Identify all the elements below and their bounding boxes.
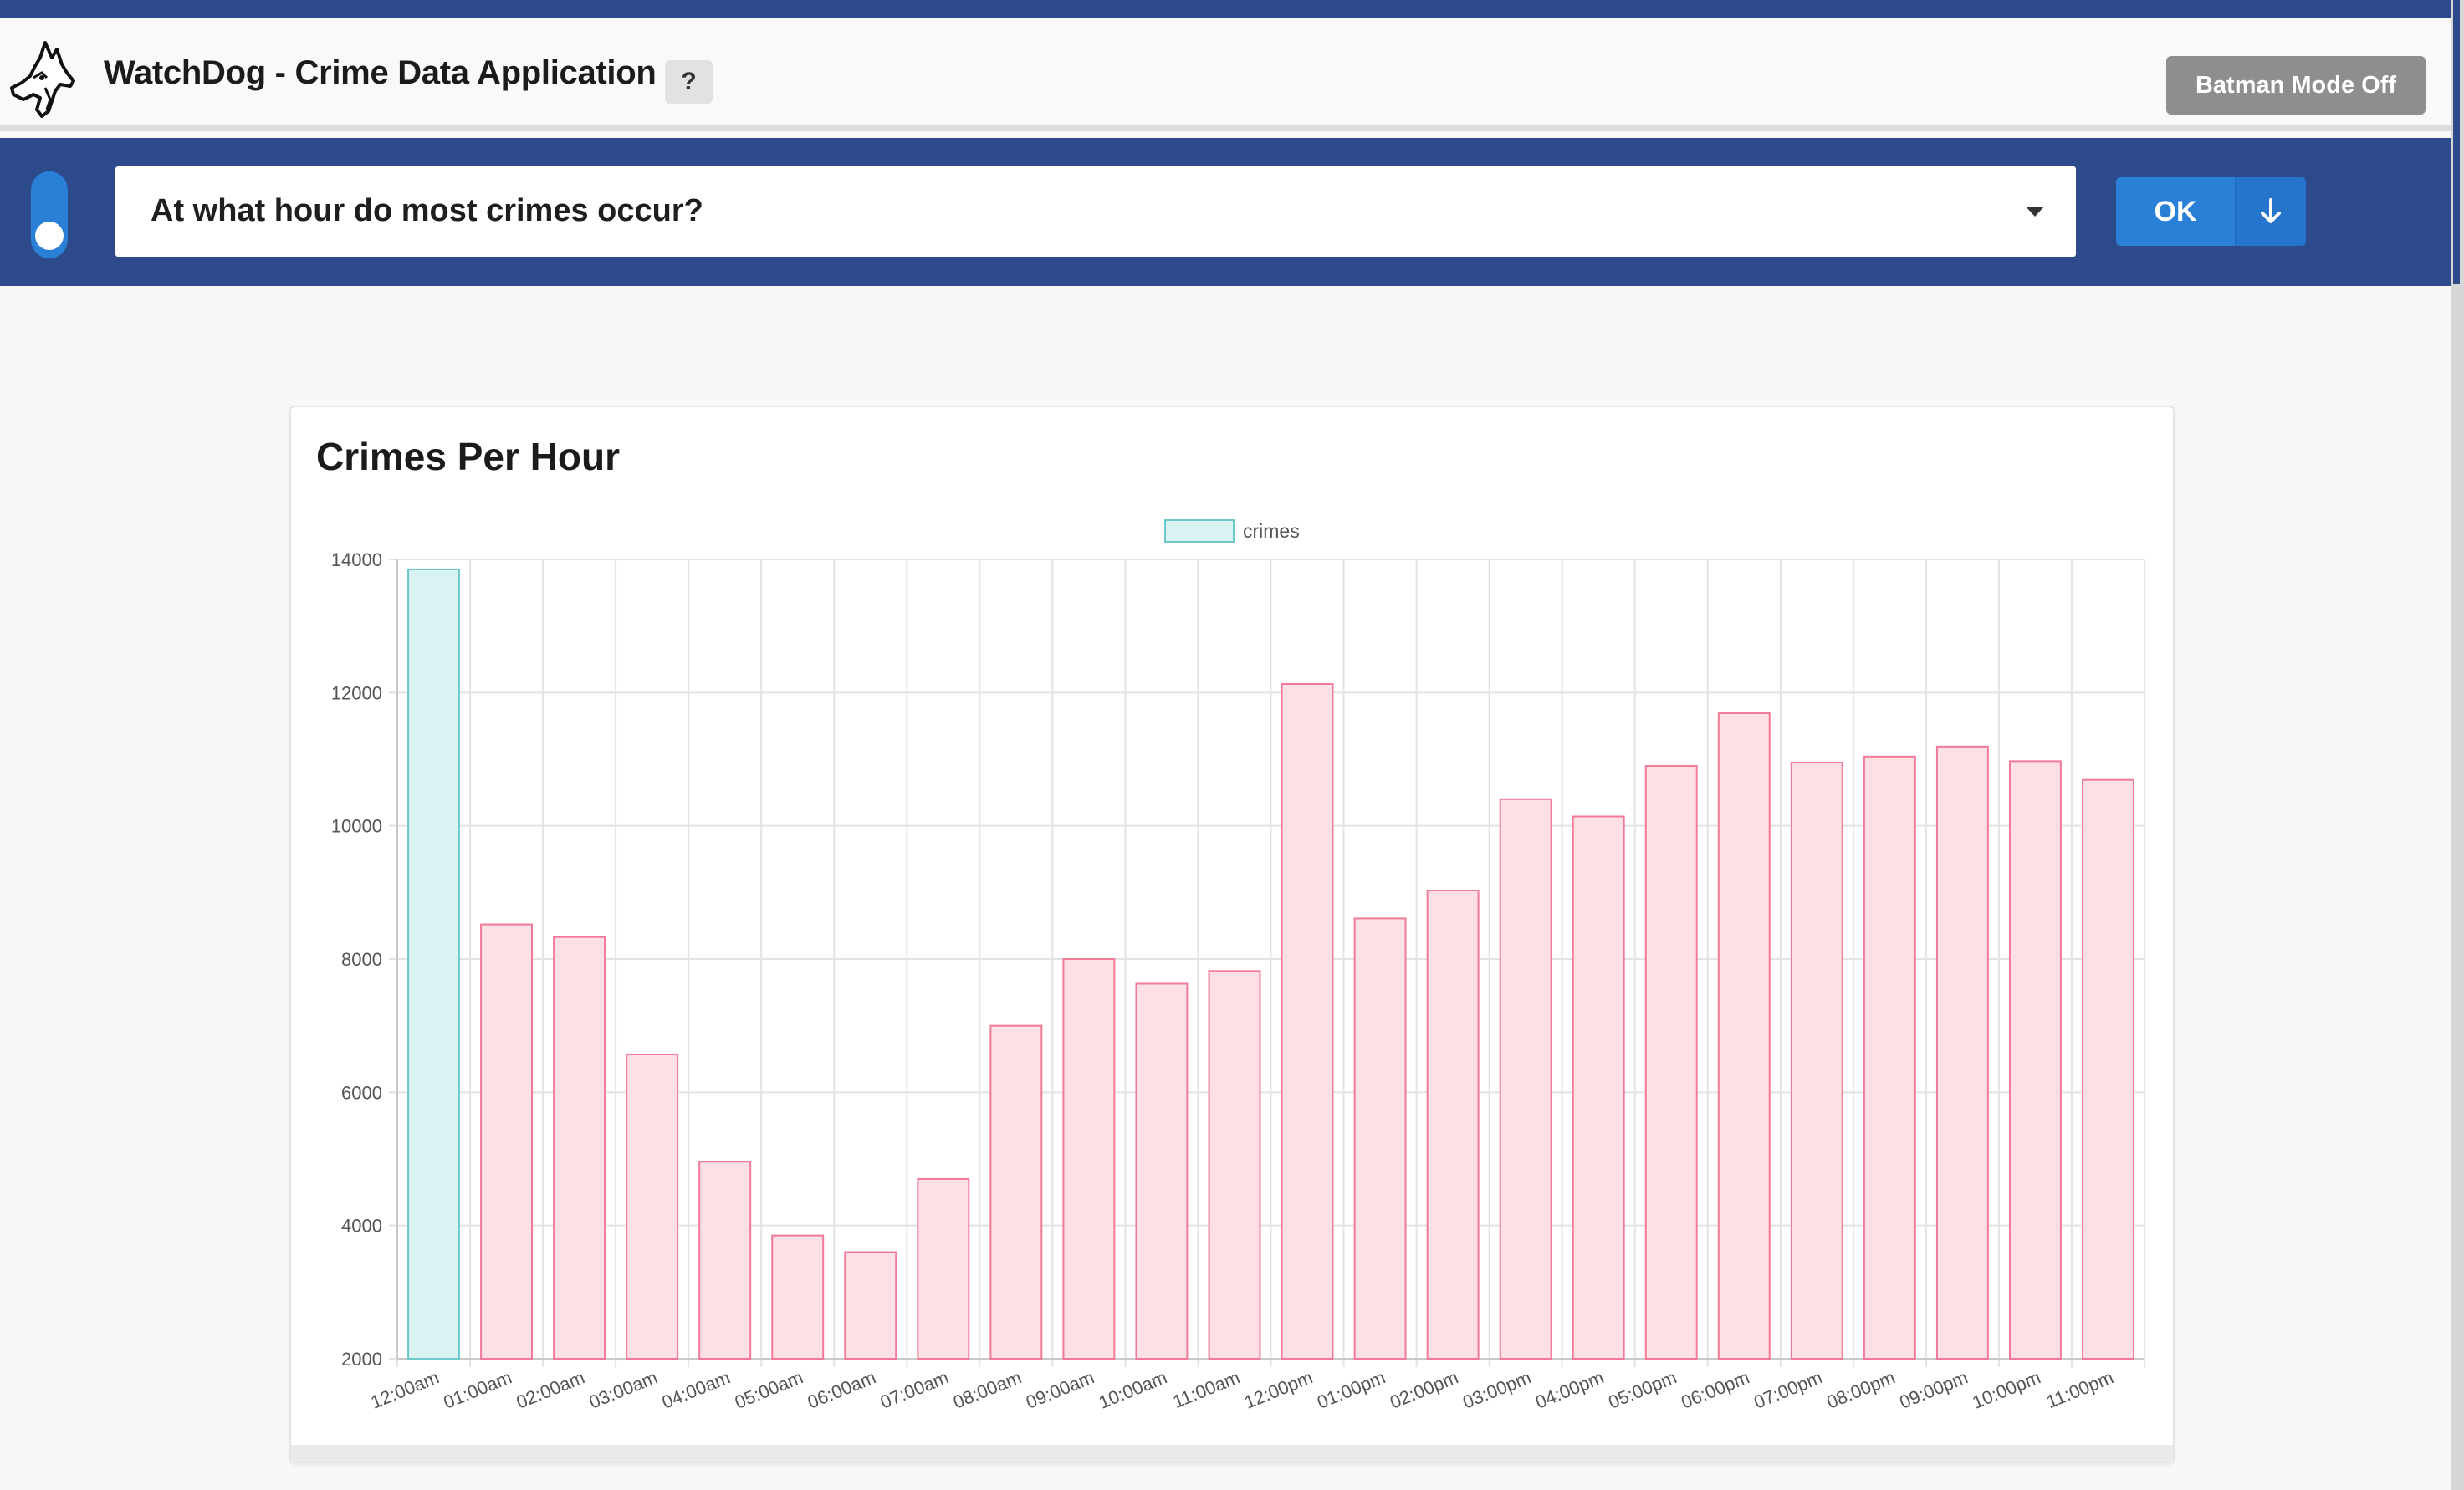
bar-10:00pm	[2008, 760, 2062, 1360]
toggle-knob	[35, 222, 64, 250]
bar-03:00am	[626, 1053, 679, 1360]
app-header: WatchDog - Crime Data Application ? Batm…	[0, 18, 2464, 131]
scrollbar-thumb[interactable]	[2453, 0, 2460, 284]
x-tick-label: 01:00am	[441, 1366, 515, 1412]
x-tick-label: 04:00pm	[1532, 1366, 1607, 1412]
bar-09:00am	[1062, 958, 1116, 1360]
dog-head-icon	[10, 41, 75, 118]
bar-11:00pm	[2082, 778, 2134, 1360]
bar-05:00am	[771, 1234, 825, 1360]
bar-12:00pm	[1281, 682, 1334, 1360]
x-tick-label: 04:00am	[659, 1366, 734, 1412]
bar-05:00pm	[1644, 764, 1698, 1360]
bar-01:00pm	[1353, 917, 1407, 1360]
x-tick-label: 08:00am	[950, 1366, 1025, 1412]
chevron-down-icon	[2026, 207, 2044, 217]
x-tick-label: 05:00pm	[1605, 1366, 1679, 1412]
help-button[interactable]: ?	[665, 60, 713, 104]
bar-01:00am	[480, 923, 534, 1360]
question-select-value: At what hour do most crimes occur?	[151, 193, 703, 228]
question-select[interactable]: At what hour do most crimes occur?	[115, 166, 2076, 257]
y-tick-label: 10000	[331, 816, 382, 837]
x-tick-label: 09:00am	[1023, 1366, 1097, 1412]
x-tick-label: 05:00am	[732, 1366, 806, 1412]
bar-08:00pm	[1863, 755, 1916, 1360]
y-tick-label: 2000	[341, 1349, 382, 1370]
x-tick-label: 06:00pm	[1678, 1366, 1752, 1412]
bar-04:00am	[698, 1161, 752, 1360]
bar-06:00am	[844, 1251, 897, 1360]
bar-07:00pm	[1790, 761, 1843, 1360]
bar-10:00am	[1135, 982, 1189, 1360]
query-bar: At what hour do most crimes occur? OK	[0, 138, 2451, 286]
x-tick-label: 10:00pm	[1970, 1366, 2044, 1412]
batman-mode-button[interactable]: Batman Mode Off	[2166, 56, 2426, 115]
bar-04:00pm	[1572, 815, 1625, 1360]
chart-card: Crimes Per Hour 2000 4000 6000 8000 10000 120…	[289, 406, 2175, 1463]
crimes-bar-chart: 200040006000800010000120001400012:00am01…	[331, 519, 2145, 1413]
bar-02:00am	[553, 936, 606, 1360]
bar-07:00am	[917, 1177, 970, 1360]
x-tick-label: 09:00pm	[1897, 1366, 1971, 1412]
x-tick-label: 08:00pm	[1823, 1366, 1898, 1412]
x-tick-label: 11:00pm	[2043, 1366, 2116, 1412]
bar-08:00am	[989, 1024, 1043, 1360]
x-tick-label: 07:00pm	[1751, 1366, 1825, 1412]
bar-02:00pm	[1426, 889, 1480, 1360]
y-tick-label: 8000	[341, 949, 382, 970]
x-tick-label: 02:00pm	[1387, 1366, 1461, 1412]
bar-09:00pm	[1935, 745, 1989, 1360]
x-tick-label: 06:00am	[805, 1366, 879, 1412]
x-tick-label: 12:00am	[368, 1366, 442, 1412]
x-tick-label: 10:00am	[1096, 1366, 1170, 1412]
x-tick-label: 02:00am	[514, 1366, 588, 1412]
x-tick-label: 11:00am	[1170, 1366, 1243, 1412]
y-tick-label: 14000	[331, 549, 382, 570]
download-button[interactable]	[2235, 177, 2306, 246]
bar-12:00am	[407, 568, 460, 1360]
y-tick-label: 12000	[331, 682, 382, 703]
x-tick-label: 03:00am	[586, 1366, 661, 1412]
card-footer	[291, 1445, 2173, 1462]
x-tick-label: 03:00pm	[1459, 1366, 1534, 1412]
ok-button[interactable]: OK	[2116, 177, 2235, 246]
bar-11:00am	[1208, 970, 1261, 1360]
toggle-switch-icon[interactable]	[31, 171, 68, 258]
x-tick-label: 12:00pm	[1241, 1366, 1316, 1412]
arrow-down-icon	[2261, 198, 2281, 223]
bar-06:00pm	[1717, 712, 1771, 1360]
window-scrollbar[interactable]	[2451, 0, 2464, 1490]
top-accent-strip	[0, 0, 2464, 18]
x-tick-label: 07:00am	[877, 1366, 952, 1412]
y-tick-label: 4000	[341, 1216, 382, 1237]
bar-03:00pm	[1499, 798, 1552, 1360]
legend-swatch	[1164, 519, 1235, 543]
legend-label: crimes	[1243, 520, 1300, 542]
y-tick-label: 6000	[341, 1082, 382, 1103]
app-title: WatchDog - Crime Data Application	[104, 54, 657, 91]
x-tick-label: 01:00pm	[1314, 1366, 1388, 1412]
